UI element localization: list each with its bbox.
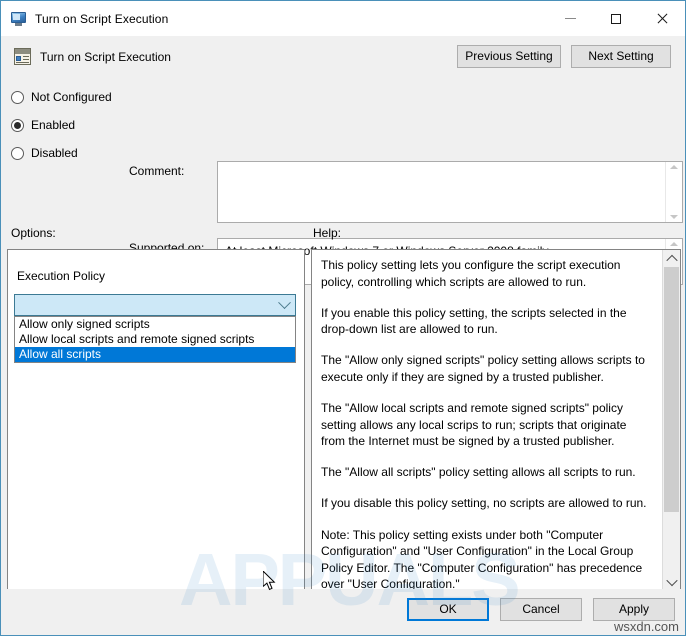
title-bar: Turn on Script Execution [1,1,685,36]
dialog-footer: OK Cancel Apply [1,589,685,635]
cancel-button[interactable]: Cancel [500,598,582,621]
radio-disabled-label: Disabled [31,146,78,160]
radio-disabled[interactable]: Disabled [11,139,126,167]
previous-setting-button[interactable]: Previous Setting [457,45,561,68]
help-paragraph: The "Allow local scripts and remote sign… [321,401,627,449]
dropdown-item-allow-all-scripts[interactable]: Allow all scripts [15,347,295,362]
minimize-icon [564,18,576,19]
help-scrollbar-track[interactable] [663,267,680,573]
radio-not-configured-label: Not Configured [31,90,112,104]
setting-form: Not Configured Enabled Disabled Comment:… [1,77,685,285]
radio-enabled[interactable]: Enabled [11,111,126,139]
setting-header: Turn on Script Execution Previous Settin… [1,36,685,77]
maximize-icon [611,13,621,24]
apply-button[interactable]: Apply [593,598,675,621]
comment-label: Comment: [129,164,185,178]
close-icon [657,13,668,24]
execution-policy-dropdown-list[interactable]: Allow only signed scripts Allow local sc… [14,316,296,363]
help-paragraph: Note: This policy setting exists under b… [321,527,643,590]
scroll-up-icon[interactable] [663,250,680,267]
scroll-down-icon[interactable] [670,215,678,219]
scroll-up-icon[interactable] [670,242,678,246]
help-paragraph: If you disable this policy setting, no s… [321,496,647,511]
dropdown-item-allow-local-and-remote-signed[interactable]: Allow local scripts and remote signed sc… [15,332,295,347]
comment-scrollbar[interactable] [665,162,682,222]
radio-not-configured[interactable]: Not Configured [11,83,126,111]
window-controls [547,1,685,36]
comment-field[interactable] [217,161,683,223]
help-paragraph: The "Allow all scripts" policy setting a… [321,465,636,480]
ok-button[interactable]: OK [407,598,489,621]
help-section-label: Help: [313,226,342,240]
scroll-down-icon[interactable] [663,573,680,590]
radio-not-configured-indicator [11,90,24,104]
help-text-content: This policy setting lets you configure t… [312,250,662,590]
setting-title: Turn on Script Execution [40,49,171,64]
setting-nav-buttons: Previous Setting Next Setting [457,45,671,68]
help-scrollbar-thumb[interactable] [664,267,679,512]
maximize-button[interactable] [593,1,639,36]
execution-policy-combobox[interactable] [14,294,296,316]
comment-input[interactable] [218,162,665,222]
options-section-label: Options: [11,226,56,240]
radio-enabled-indicator [11,118,24,132]
help-scrollbar[interactable] [662,250,680,590]
dropdown-item-allow-only-signed[interactable]: Allow only signed scripts [15,317,295,332]
policy-setting-icon [14,48,31,65]
help-paragraph: The "Allow only signed scripts" policy s… [321,353,645,384]
group-policy-setting-dialog: Turn on Script Execution Turn on Script … [0,0,686,636]
execution-policy-label: Execution Policy [17,269,106,283]
next-setting-button[interactable]: Next Setting [571,45,671,68]
dialog-action-buttons: OK Cancel Apply [407,598,675,621]
state-radio-group: Not Configured Enabled Disabled [11,83,126,167]
radio-disabled-indicator [11,146,24,160]
panels-container: APPUALS Execution Policy Allow only sign… [1,249,685,621]
close-button[interactable] [639,1,685,36]
help-paragraph: This policy setting lets you configure t… [321,258,621,289]
help-paragraph: If you enable this policy setting, the s… [321,305,627,337]
minimize-button[interactable] [547,1,593,36]
scroll-up-icon[interactable] [670,165,678,169]
window-title: Turn on Script Execution [35,11,169,26]
computer-monitor-icon [11,11,27,27]
chevron-down-icon[interactable] [273,295,295,310]
help-panel: This policy setting lets you configure t… [311,249,681,591]
options-panel: Execution Policy Allow only signed scrip… [7,249,305,591]
radio-enabled-label: Enabled [31,118,76,132]
